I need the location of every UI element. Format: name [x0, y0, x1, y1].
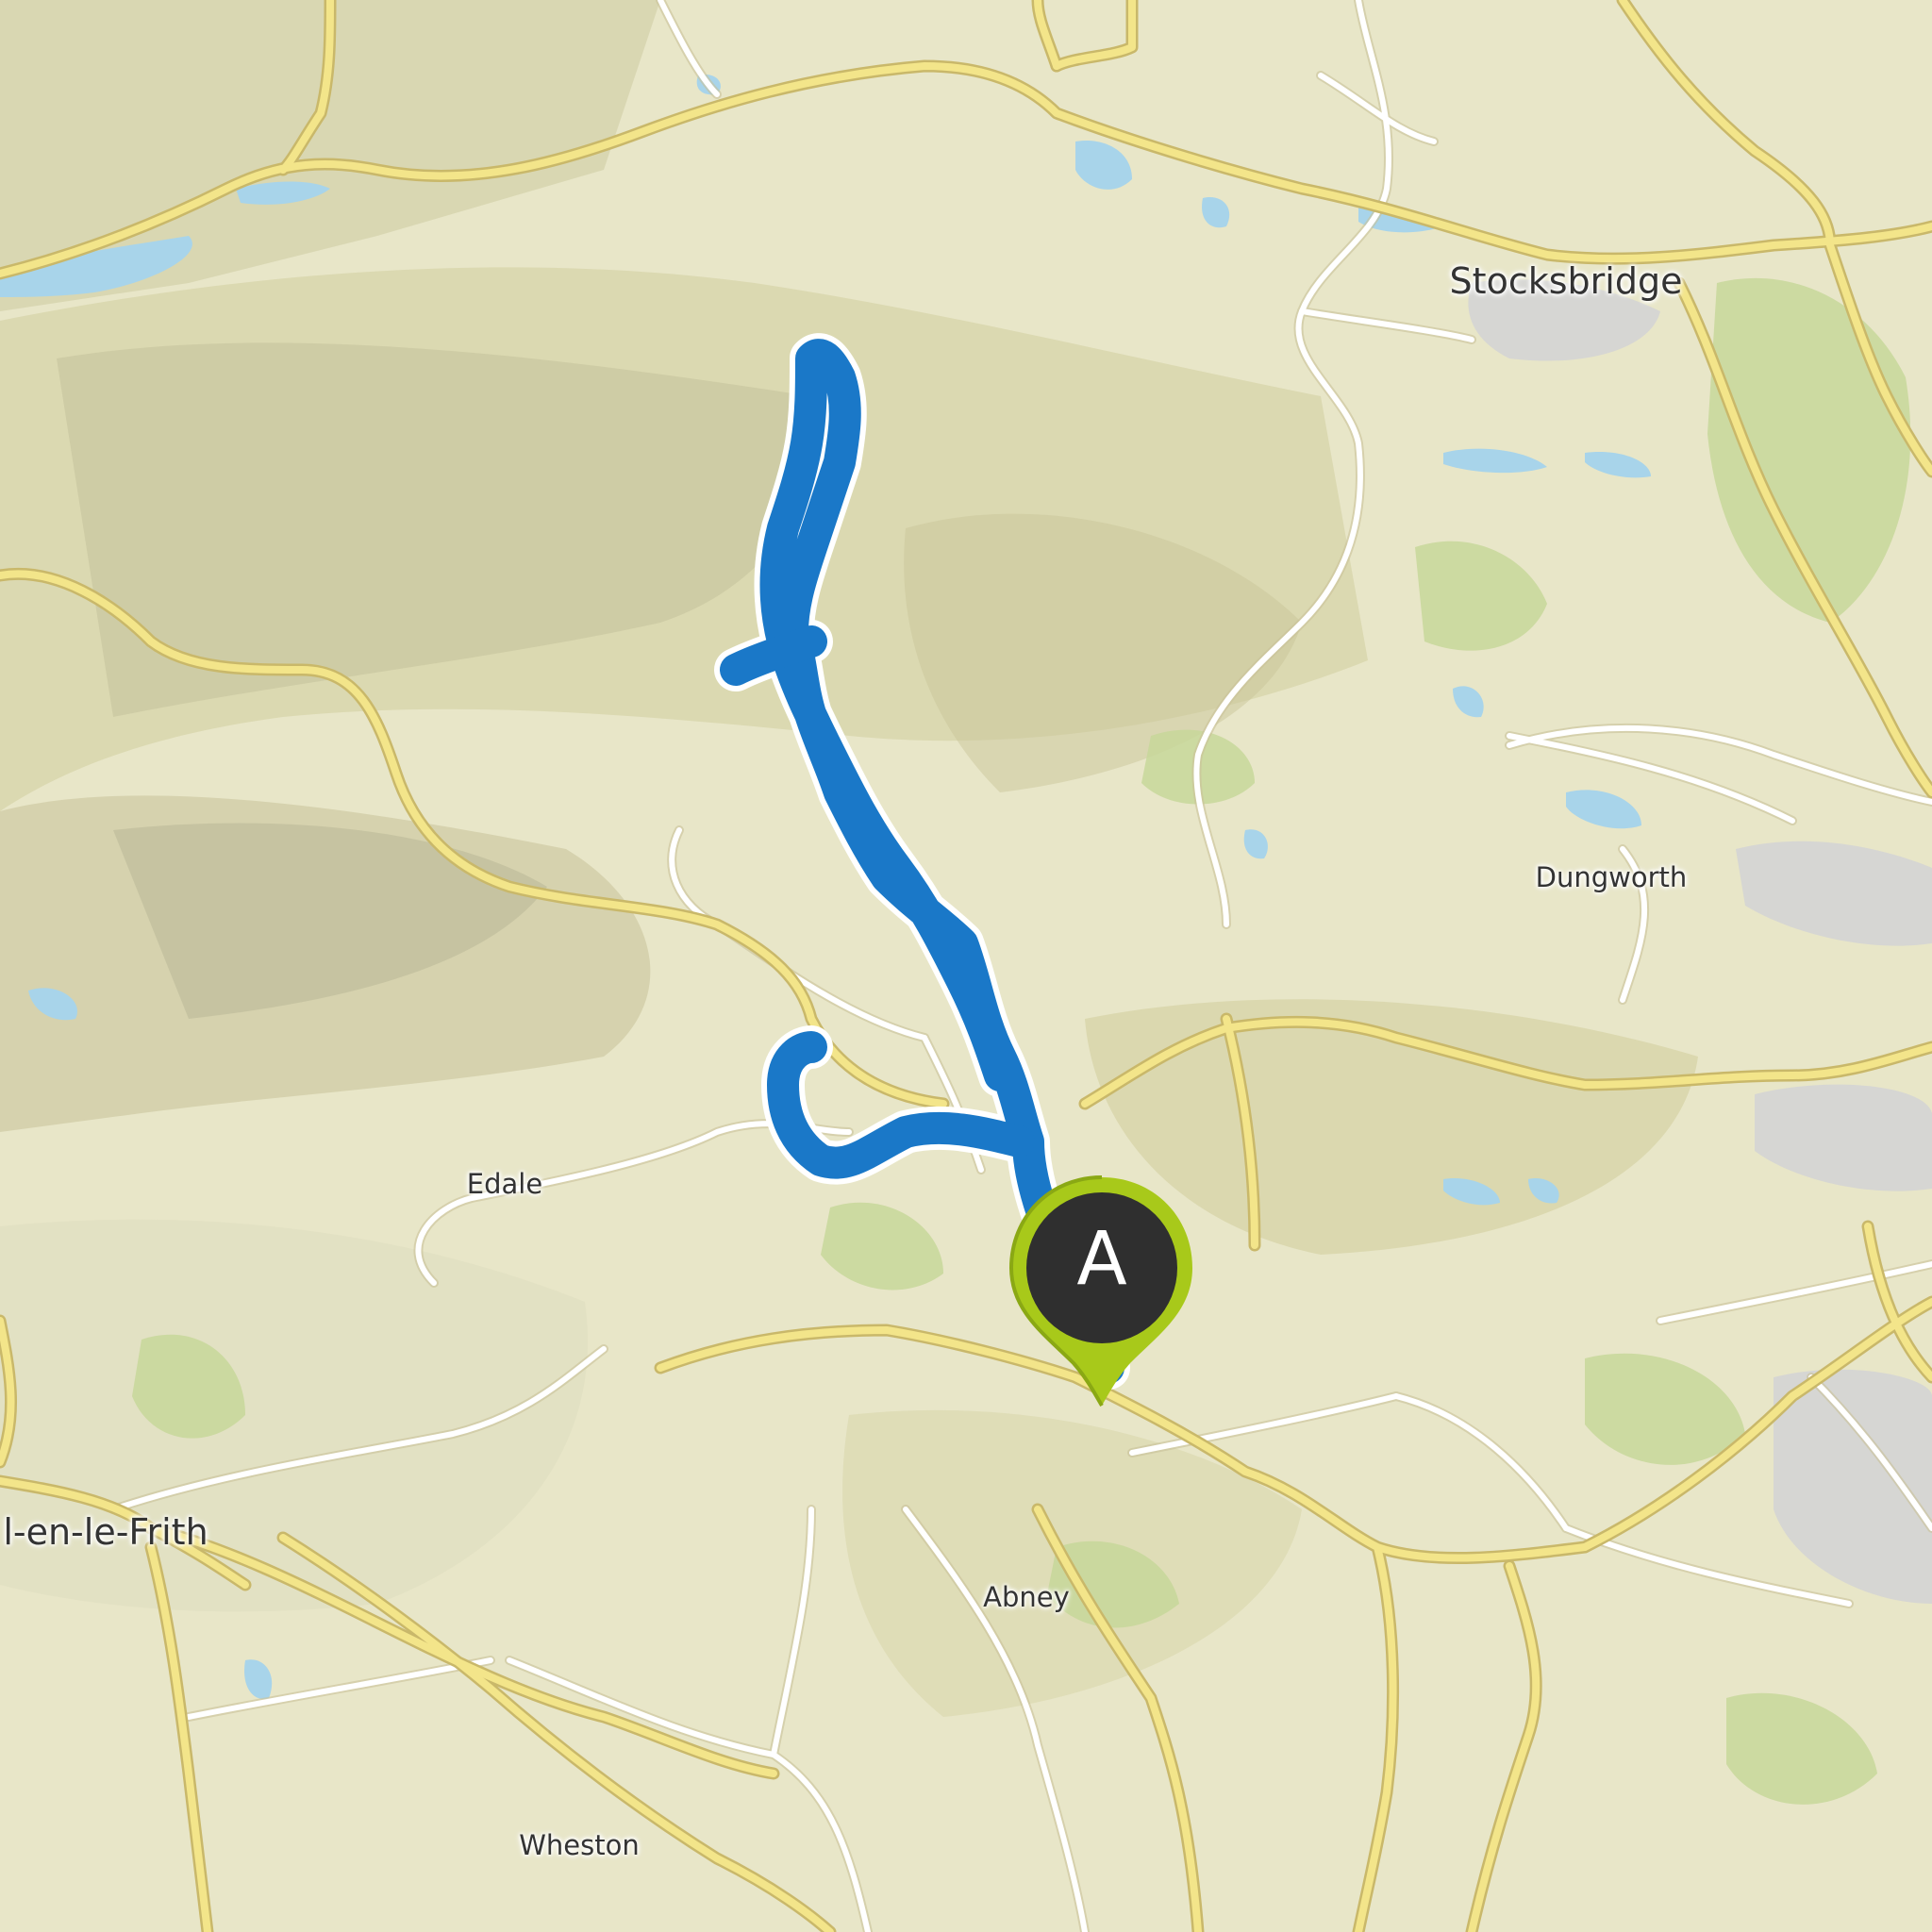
place-label-wheston: Wheston: [519, 1829, 640, 1861]
place-label-stocksbridge: Stocksbridge: [1449, 260, 1683, 302]
route-start-label: A: [1076, 1217, 1127, 1302]
place-label-edale: Edale: [466, 1168, 543, 1200]
place-label-abney: Abney: [983, 1581, 1070, 1613]
route-start-marker[interactable]: A: [998, 1170, 1206, 1415]
place-label-chapel-en-le-frith: l-en-le-Frith: [3, 1511, 208, 1553]
place-label-dungworth: Dungworth: [1535, 861, 1688, 893]
